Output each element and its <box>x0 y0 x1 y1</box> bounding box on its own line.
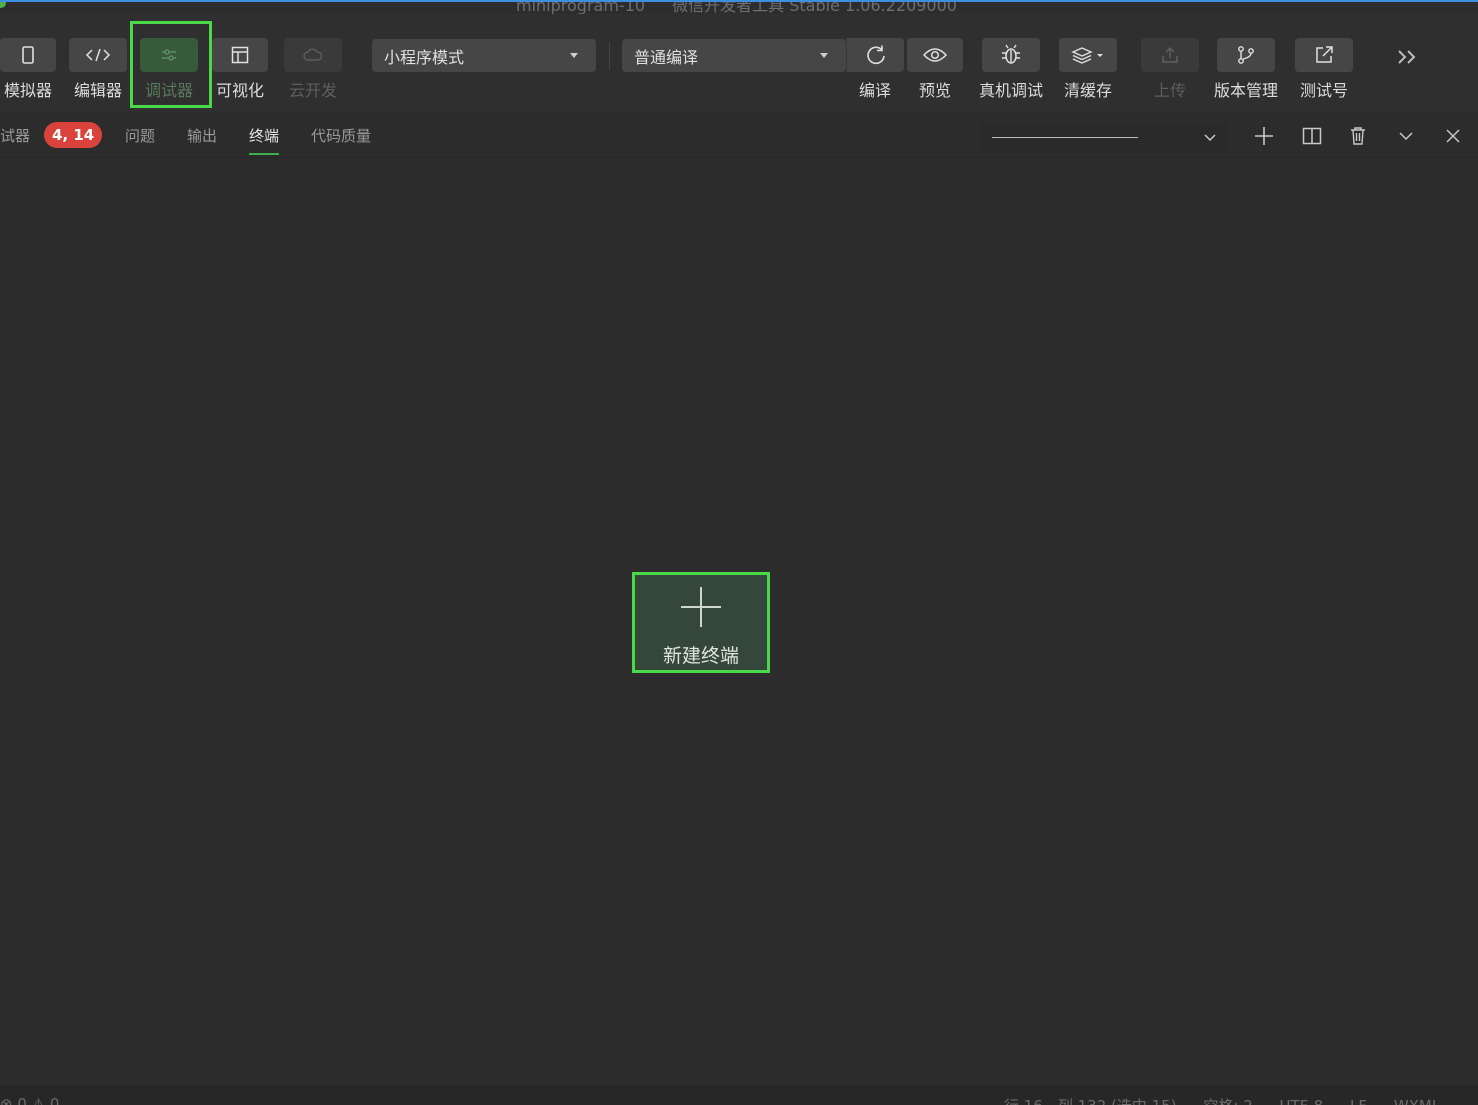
simulator-icon-box <box>0 38 56 72</box>
toolbar: 模拟器 编辑器 调试器 可视化 云开发 小程序模式 普通编译 编译 预览 真机调… <box>0 14 1478 112</box>
simulator-button[interactable]: 模拟器 <box>0 38 56 100</box>
upload-button[interactable]: 上传 <box>1141 38 1199 100</box>
chevron-down-icon <box>1399 132 1413 141</box>
mode-select[interactable]: 小程序模式 <box>372 39 596 72</box>
visual-button[interactable]: 可视化 <box>212 38 268 100</box>
upload-icon-box <box>1141 38 1199 72</box>
layout-icon <box>231 46 249 64</box>
remote-debug-label: 真机调试 <box>978 81 1043 100</box>
close-panel-button[interactable] <box>1441 124 1465 148</box>
visual-label: 可视化 <box>215 81 264 100</box>
compile-button[interactable]: 编译 <box>846 38 904 100</box>
editor-label: 编辑器 <box>73 81 122 100</box>
version-control-button[interactable]: 版本管理 <box>1211 38 1281 100</box>
version-icon-box <box>1217 38 1275 72</box>
compile-label: 编译 <box>858 81 891 100</box>
compile-mode-select[interactable]: 普通编译 <box>622 39 846 72</box>
test-account-icon-box <box>1295 38 1353 72</box>
more-chevron-icon[interactable] <box>1396 44 1420 74</box>
trash-icon <box>1351 127 1365 145</box>
visual-icon-box <box>212 38 268 72</box>
debugger-icon-box <box>140 38 198 72</box>
title-bar: miniprogram-10 微信开发者工具 Stable 1.06.22090… <box>0 0 1478 14</box>
terminal-area: 新建终端 <box>0 159 1478 1085</box>
split-icon <box>1302 127 1322 145</box>
upload-label: 上传 <box>1153 81 1186 100</box>
sliders-icon <box>162 49 176 61</box>
new-terminal-button[interactable]: 新建终端 <box>632 572 770 673</box>
bug-icon <box>1002 44 1020 64</box>
tab-terminal[interactable]: 终端 <box>249 125 280 155</box>
eol-setting[interactable]: LF <box>1350 1097 1367 1105</box>
caret-down-icon <box>820 53 828 58</box>
debugger-button[interactable]: 调试器 <box>140 38 198 100</box>
delete-terminal-button[interactable] <box>1346 124 1370 148</box>
window-title: miniprogram-10 微信开发者工具 Stable 1.06.22090… <box>516 0 957 14</box>
preview-label: 预览 <box>918 81 951 100</box>
tab-debugger[interactable]: 试器 <box>0 125 30 146</box>
window-title-subtitle: 微信开发者工具 Stable 1.06.2209000 <box>672 0 957 14</box>
close-icon <box>1446 129 1460 143</box>
compile-mode-value: 普通编译 <box>634 47 699 67</box>
layers-icon <box>1071 47 1103 64</box>
terminal-select-placeholder-line <box>992 137 1138 138</box>
chevron-down-icon <box>1204 134 1216 142</box>
debugger-label: 调试器 <box>144 81 193 100</box>
toolbar-divider <box>609 42 610 70</box>
plus-icon <box>1255 127 1273 145</box>
tab-output[interactable]: 输出 <box>187 125 217 146</box>
panel-tab-bar: 试器 4, 14 问题 输出 终端 代码质量 <box>0 112 1478 158</box>
external-link-icon <box>1316 46 1333 63</box>
version-control-label: 版本管理 <box>1213 81 1278 100</box>
tab-code-quality[interactable]: 代码质量 <box>311 125 371 146</box>
cloud-label: 云开发 <box>288 81 337 100</box>
preview-icon-box <box>907 38 963 72</box>
editor-icon-box <box>69 38 127 72</box>
eye-icon <box>922 48 948 62</box>
window-title-name: miniprogram-10 <box>516 0 646 14</box>
terminal-instance-select[interactable] <box>980 123 1228 153</box>
split-terminal-button[interactable] <box>1300 124 1324 148</box>
simulator-label: 模拟器 <box>3 81 52 100</box>
test-account-button[interactable]: 测试号 <box>1295 38 1353 100</box>
phone-icon <box>22 46 34 64</box>
caret-down-icon <box>570 53 578 58</box>
clear-cache-label: 清缓存 <box>1063 81 1112 100</box>
cloud-icon-box <box>284 38 342 72</box>
error-count-badge: 4, 14 <box>44 122 103 148</box>
language-mode[interactable]: WXML <box>1394 1097 1440 1105</box>
cursor-position[interactable]: 行 16，列 132 (选中 15) <box>1004 1097 1177 1105</box>
new-terminal-label: 新建终端 <box>662 645 739 667</box>
status-bar: ⊗ 0 ⚠ 0 行 16，列 132 (选中 15) 空格: 2 UTF-8 L… <box>0 1085 1478 1105</box>
git-branch-icon <box>1238 46 1254 64</box>
preview-button[interactable]: 预览 <box>907 38 963 100</box>
collapse-panel-button[interactable] <box>1394 124 1418 148</box>
indentation-setting[interactable]: 空格: 2 <box>1203 1097 1252 1105</box>
status-right: 行 16，列 132 (选中 15) 空格: 2 UTF-8 LF WXML <box>1004 1095 1462 1105</box>
refresh-icon <box>866 45 885 65</box>
mode-select-value: 小程序模式 <box>384 47 465 67</box>
code-icon <box>85 48 111 62</box>
upload-icon <box>1162 46 1178 63</box>
remote-debug-icon-box <box>982 38 1040 72</box>
cloud-icon <box>303 48 323 61</box>
editor-button[interactable]: 编辑器 <box>69 38 127 100</box>
remote-debug-button[interactable]: 真机调试 <box>976 38 1046 100</box>
plus-icon <box>681 587 721 627</box>
window-close-dot[interactable] <box>0 2 6 8</box>
problems-summary[interactable]: ⊗ 0 ⚠ 0 <box>0 1095 59 1105</box>
clear-cache-icon-box <box>1059 38 1117 72</box>
tab-problems[interactable]: 问题 <box>125 125 155 146</box>
add-terminal-button[interactable] <box>1252 124 1276 148</box>
test-account-label: 测试号 <box>1299 81 1348 100</box>
encoding-setting[interactable]: UTF-8 <box>1280 1097 1324 1105</box>
clear-cache-button[interactable]: 清缓存 <box>1059 38 1117 100</box>
compile-icon-box <box>846 38 904 72</box>
cloud-button[interactable]: 云开发 <box>284 38 342 100</box>
